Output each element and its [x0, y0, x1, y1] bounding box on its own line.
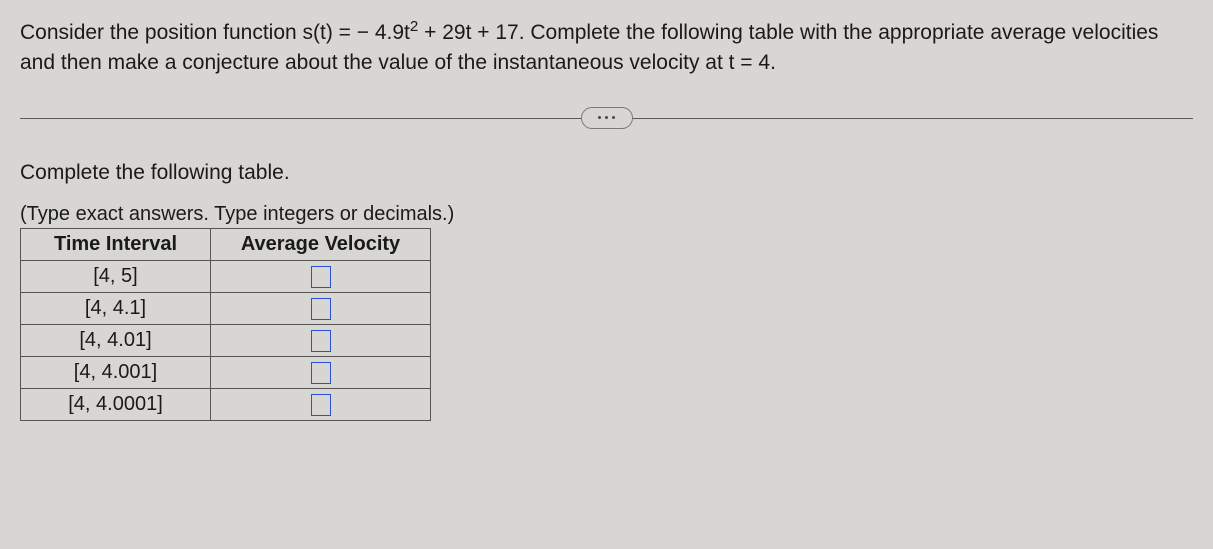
velocity-cell [211, 324, 431, 356]
velocity-cell [211, 292, 431, 324]
interval-cell: [4, 4.0001] [21, 388, 211, 420]
ellipsis-icon [598, 116, 601, 119]
instruction-text: Complete the following table. [20, 161, 1193, 185]
velocity-cell [211, 356, 431, 388]
hint-text: (Type exact answers. Type integers or de… [20, 203, 1193, 226]
velocity-cell [211, 388, 431, 420]
table-row: [4, 4.0001] [21, 388, 431, 420]
interval-cell: [4, 5] [21, 260, 211, 292]
expand-ellipsis-button[interactable] [581, 107, 633, 129]
table-row: [4, 4.001] [21, 356, 431, 388]
ellipsis-icon [605, 116, 608, 119]
table-row: [4, 4.01] [21, 324, 431, 356]
velocity-input[interactable] [311, 362, 331, 384]
col-header-velocity: Average Velocity [211, 228, 431, 260]
col-header-interval: Time Interval [21, 228, 211, 260]
problem-statement: Consider the position function s(t) = − … [20, 18, 1193, 79]
interval-cell: [4, 4.01] [21, 324, 211, 356]
velocity-input[interactable] [311, 394, 331, 416]
section-divider [20, 107, 1193, 129]
velocity-input[interactable] [311, 266, 331, 288]
interval-cell: [4, 4.001] [21, 356, 211, 388]
table-row: [4, 4.1] [21, 292, 431, 324]
velocity-input[interactable] [311, 330, 331, 352]
average-velocity-table: Time Interval Average Velocity [4, 5] [4… [20, 228, 431, 421]
interval-cell: [4, 4.1] [21, 292, 211, 324]
velocity-input[interactable] [311, 298, 331, 320]
velocity-cell [211, 260, 431, 292]
ellipsis-icon [612, 116, 615, 119]
table-row: [4, 5] [21, 260, 431, 292]
